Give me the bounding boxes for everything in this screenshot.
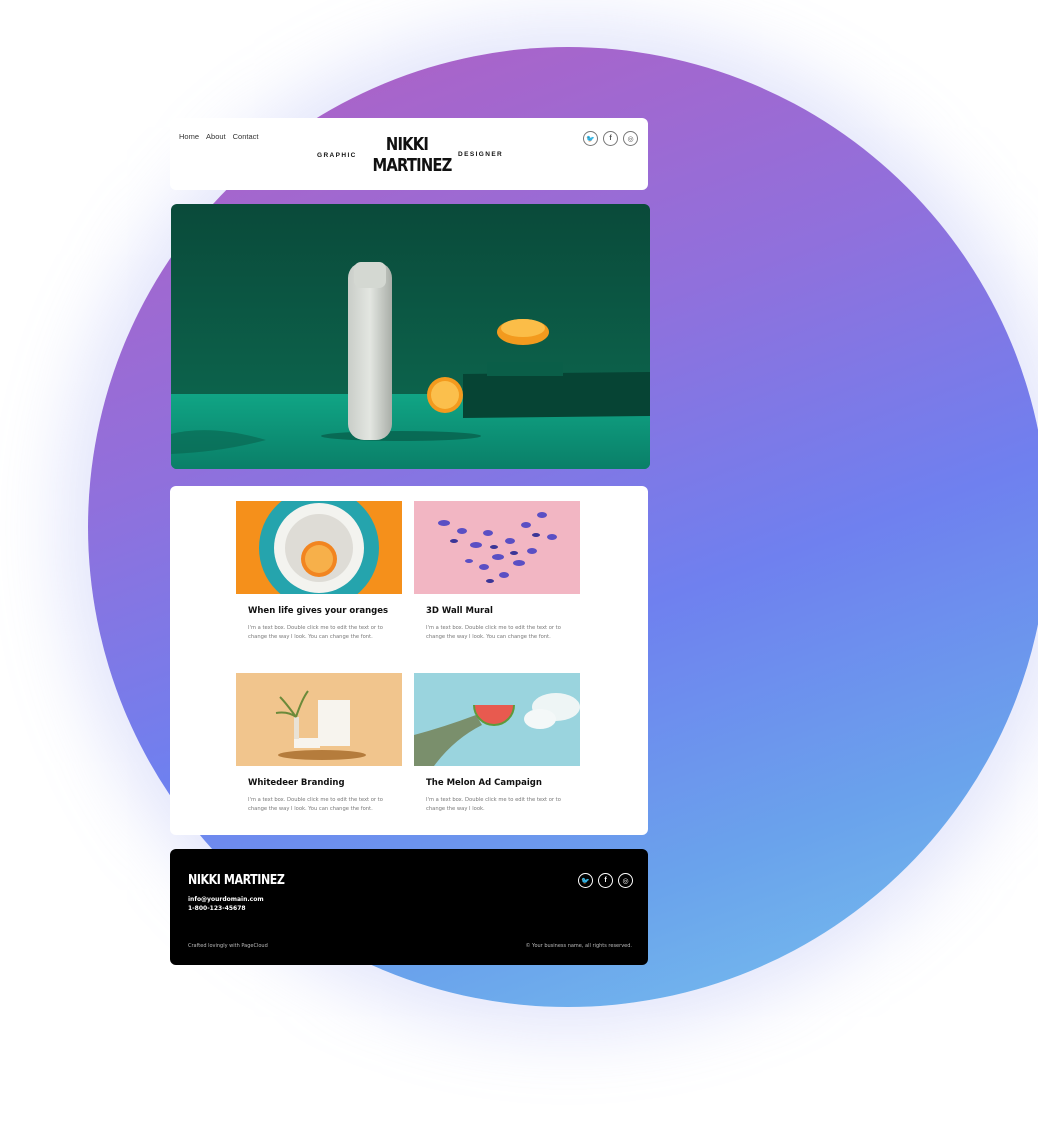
footer-phone: 1-800-123-45678	[188, 905, 246, 912]
portfolio-grid: When life gives your oranges I'm a text …	[170, 486, 648, 835]
footer-social-links: 🐦 f ◎	[578, 873, 633, 888]
portfolio-description: I'm a text box. Double click me to edit …	[248, 625, 383, 640]
facebook-icon[interactable]: f	[603, 131, 618, 146]
site-header: Home About Contact GRAPHIC NIKKI MARTINE…	[170, 118, 648, 190]
header-social-links: 🐦 f ◎	[583, 131, 638, 146]
nav-home-link[interactable]: Home	[179, 132, 199, 141]
portfolio-item[interactable]: The Melon Ad Campaign I'm a text box. Do…	[414, 673, 580, 814]
twitter-icon[interactable]: 🐦	[583, 131, 598, 146]
site-footer: NIKKI MARTINEZ info@yourdomain.com 1-800…	[170, 849, 648, 965]
footer-copyright: © Your business name, all rights reserve…	[525, 943, 632, 949]
portfolio-item[interactable]: 3D Wall Mural I'm a text box. Double cli…	[414, 501, 580, 642]
logo-line-1: NIKKI	[385, 134, 429, 155]
facebook-icon[interactable]: f	[598, 873, 613, 888]
footer-credit: Crafted lovingly with PageCloud	[188, 943, 268, 949]
twitter-icon[interactable]: 🐦	[578, 873, 593, 888]
portfolio-item[interactable]: When life gives your oranges I'm a text …	[236, 501, 402, 642]
instagram-icon[interactable]: ◎	[623, 131, 638, 146]
portfolio-thumbnail[interactable]	[414, 673, 580, 766]
hero-image	[171, 204, 650, 469]
footer-email-link[interactable]: info@yourdomain.com	[188, 896, 264, 903]
portfolio-title[interactable]: When life gives your oranges	[248, 606, 402, 616]
header-left-word: GRAPHIC	[317, 152, 357, 159]
portfolio-description: I'm a text box. Double click me to edit …	[248, 797, 383, 812]
portfolio-title[interactable]: The Melon Ad Campaign	[426, 778, 580, 788]
site-logo[interactable]: NIKKI MARTINEZ	[372, 134, 453, 176]
nav-about-link[interactable]: About	[206, 132, 226, 141]
footer-name: NIKKI MARTINEZ	[188, 873, 285, 888]
portfolio-thumbnail[interactable]	[236, 501, 402, 594]
portfolio-description: I'm a text box. Double click me to edit …	[426, 797, 561, 812]
portfolio-title[interactable]: 3D Wall Mural	[426, 606, 580, 616]
portfolio-thumbnail[interactable]	[236, 673, 402, 766]
main-nav: Home About Contact	[179, 132, 258, 141]
portfolio-description: I'm a text box. Double click me to edit …	[426, 625, 561, 640]
portfolio-thumbnail[interactable]	[414, 501, 580, 594]
logo-line-2: MARTINEZ	[372, 155, 453, 176]
header-right-word: DESIGNER	[458, 151, 504, 158]
portfolio-item[interactable]: Whitedeer Branding I'm a text box. Doubl…	[236, 673, 402, 814]
nav-contact-link[interactable]: Contact	[233, 132, 259, 141]
portfolio-title[interactable]: Whitedeer Branding	[248, 778, 402, 788]
instagram-icon[interactable]: ◎	[618, 873, 633, 888]
